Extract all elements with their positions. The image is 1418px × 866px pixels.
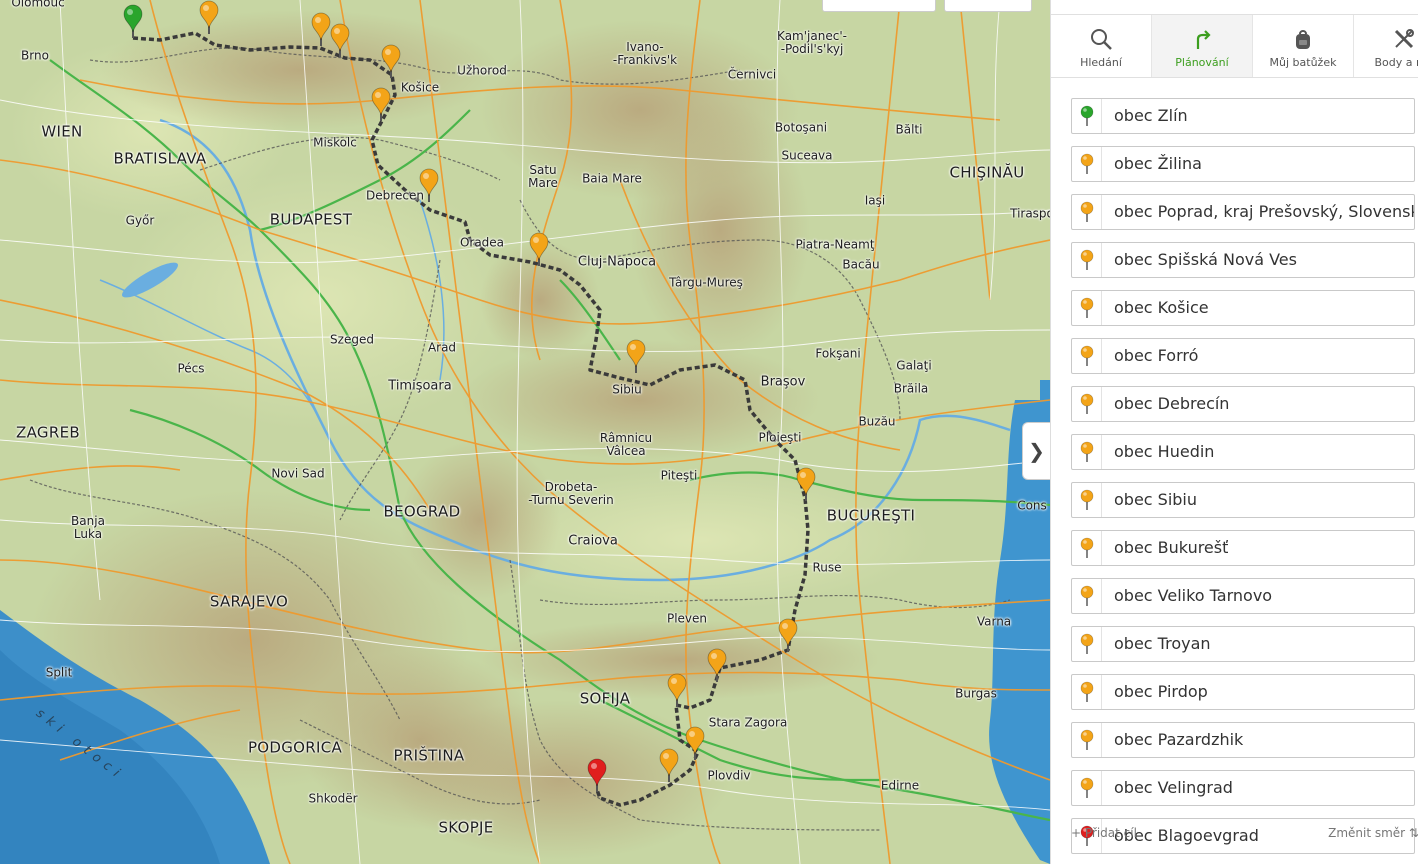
- start-pin-icon[interactable]: [1072, 99, 1102, 133]
- route-stop-name: obec Zlín: [1114, 106, 1188, 125]
- waypoint-pin-icon[interactable]: [1072, 627, 1102, 661]
- waypoint-pin-icon[interactable]: [1072, 147, 1102, 181]
- route-stop-name: obec Pirdop: [1114, 682, 1208, 701]
- backpack-icon: [1296, 30, 1310, 49]
- waypoint-marker[interactable]: [707, 648, 727, 682]
- waypoint-pin-icon[interactable]: [1072, 291, 1102, 325]
- waypoint-pin-icon[interactable]: [1072, 531, 1102, 565]
- waypoint-marker[interactable]: [778, 618, 798, 652]
- waypoint-marker[interactable]: [311, 12, 331, 46]
- waypoint-pin-icon[interactable]: [1072, 195, 1102, 229]
- tools-icon: [1394, 29, 1414, 49]
- route-stop-name: obec Velingrad: [1114, 778, 1233, 797]
- route-stop-name: obec Troyan: [1114, 634, 1211, 653]
- route-stop-name: obec Forró: [1114, 346, 1199, 365]
- tab-label: Hledání: [1080, 56, 1122, 69]
- collapse-panel-button[interactable]: ❯: [1022, 422, 1050, 480]
- waypoint-marker[interactable]: [529, 232, 549, 266]
- waypoint-marker[interactable]: [626, 339, 646, 373]
- route-stop-name: obec Pazardzhik: [1114, 730, 1244, 749]
- start-marker[interactable]: [123, 4, 143, 38]
- waypoint-marker[interactable]: [330, 23, 350, 57]
- route-stop-name: obec Debrecín: [1114, 394, 1230, 413]
- panel-tabs: Hledání Plánování Můj batůžek Body a mě: [1051, 14, 1418, 78]
- route-stop-field[interactable]: obec Žilina: [1071, 146, 1415, 182]
- route-stop-name: obec Žilina: [1114, 154, 1202, 173]
- waypoint-pin-icon[interactable]: [1072, 387, 1102, 421]
- waypoint-marker[interactable]: [199, 0, 219, 34]
- tab-planning[interactable]: Plánování: [1152, 15, 1253, 77]
- waypoint-marker[interactable]: [667, 673, 687, 707]
- route-stop-list: obec Zlín obec Žilina obec Poprad, kraj Pr…: [1071, 98, 1415, 866]
- route-stop-name: obec Bukurešť: [1114, 538, 1229, 557]
- tab-my-backpack[interactable]: Můj batůžek: [1253, 15, 1354, 77]
- waypoint-marker[interactable]: [796, 467, 816, 501]
- waypoint-pin-icon[interactable]: [1072, 483, 1102, 517]
- waypoint-marker[interactable]: [685, 726, 705, 760]
- map-toolbar-button[interactable]: [822, 0, 936, 12]
- route-stop-field[interactable]: obec Forró: [1071, 338, 1415, 374]
- waypoint-pin-icon[interactable]: [1072, 339, 1102, 373]
- waypoint-pin-icon[interactable]: [1072, 435, 1102, 469]
- route-stop-name: obec Huedin: [1114, 442, 1215, 461]
- add-target-button[interactable]: + Přidat cíl: [1071, 826, 1137, 840]
- side-panel: Hledání Plánování Můj batůžek Body a mě …: [1050, 0, 1418, 864]
- route-stop-field[interactable]: obec Spišská Nová Ves: [1071, 242, 1415, 278]
- search-icon: [1091, 29, 1112, 50]
- route-stop-name: obec Sibiu: [1114, 490, 1198, 509]
- route-stop-field[interactable]: obec Troyan: [1071, 626, 1415, 662]
- waypoint-marker[interactable]: [419, 168, 439, 202]
- route-stop-name: obec Veliko Tarnovo: [1114, 586, 1273, 605]
- waypoint-marker[interactable]: [371, 87, 391, 121]
- tab-search[interactable]: Hledání: [1051, 15, 1152, 77]
- route-stop-field[interactable]: obec Huedin: [1071, 434, 1415, 470]
- route-stop-name: obec Košice: [1114, 298, 1209, 317]
- tab-points[interactable]: Body a mě: [1354, 15, 1418, 77]
- route-icon: [1196, 30, 1211, 49]
- reverse-direction-button[interactable]: Změnit směr ⇅: [1328, 826, 1418, 840]
- route-stop-field[interactable]: obec Bukurešť: [1071, 530, 1415, 566]
- end-marker[interactable]: [587, 758, 607, 792]
- waypoint-pin-icon[interactable]: [1072, 675, 1102, 709]
- waypoint-marker[interactable]: [659, 748, 679, 782]
- route-stop-field[interactable]: obec Zlín: [1071, 98, 1415, 134]
- waypoint-pin-icon[interactable]: [1072, 243, 1102, 277]
- tab-label: Můj batůžek: [1269, 56, 1337, 69]
- route-stop-field[interactable]: obec Veliko Tarnovo: [1071, 578, 1415, 614]
- route-stop-field[interactable]: obec Poprad, kraj Prešovský, Slovensko: [1071, 194, 1415, 230]
- tab-label: Body a mě: [1374, 56, 1418, 69]
- route-stop-field[interactable]: obec Debrecín: [1071, 386, 1415, 422]
- waypoint-marker[interactable]: [381, 44, 401, 78]
- route-stop-field[interactable]: obec Pirdop: [1071, 674, 1415, 710]
- route-stop-field[interactable]: obec Pazardzhik: [1071, 722, 1415, 758]
- route-markers: [123, 0, 816, 792]
- route-stop-name: obec Spišská Nová Ves: [1114, 250, 1297, 269]
- tab-label: Plánování: [1175, 56, 1229, 69]
- route-stop-field[interactable]: obec Košice: [1071, 290, 1415, 326]
- route-stop-field[interactable]: obec Sibiu: [1071, 482, 1415, 518]
- map-toolbar-button[interactable]: [944, 0, 1032, 12]
- map-view[interactable]: Olomouc Brno WIEN BRATISLAVA Győr BUDAPEST Mis…: [0, 0, 1050, 864]
- route-stop-name: obec Poprad, kraj Prešovský, Slovensko: [1114, 202, 1414, 221]
- chevron-right-icon: ❯: [1028, 439, 1045, 463]
- waypoint-pin-icon[interactable]: [1072, 579, 1102, 613]
- waypoint-pin-icon[interactable]: [1072, 723, 1102, 757]
- waypoint-pin-icon[interactable]: [1072, 771, 1102, 805]
- route-stop-field[interactable]: obec Velingrad: [1071, 770, 1415, 806]
